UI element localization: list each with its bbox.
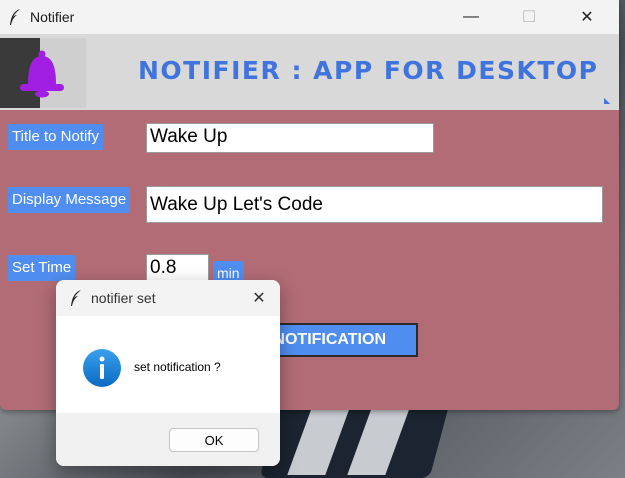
feather-icon: [71, 290, 81, 306]
message-input[interactable]: Wake Up Let's Code: [146, 186, 603, 223]
close-button[interactable]: ✕: [564, 0, 610, 34]
window-title: Notifier: [30, 9, 75, 25]
resize-grip-icon: ◣: [604, 96, 611, 105]
minimize-button[interactable]: —: [448, 0, 494, 34]
info-icon: [83, 349, 121, 387]
bell-image: [0, 38, 86, 108]
dialog-close-button[interactable]: ✕: [246, 286, 272, 310]
app-banner: NOTIFIER : APP FOR DESKTOP ◣: [0, 34, 619, 110]
set-notification-button[interactable]: NOTIFICATION: [262, 323, 418, 357]
dialog-title: notifier set: [91, 290, 156, 306]
banner-title: NOTIFIER : APP FOR DESKTOP: [138, 56, 599, 85]
window-titlebar[interactable]: Notifier — ☐ ✕: [0, 0, 619, 34]
confirm-dialog: notifier set ✕ set notification ? OK: [56, 280, 280, 466]
title-label: Title to Notify: [8, 124, 103, 150]
ok-button[interactable]: OK: [169, 428, 259, 452]
maximize-button[interactable]: ☐: [506, 0, 552, 34]
dialog-titlebar[interactable]: notifier set ✕: [56, 280, 280, 316]
time-label: Set Time: [8, 255, 76, 281]
bell-icon: [20, 50, 64, 98]
title-input[interactable]: Wake Up: [146, 123, 434, 153]
message-label: Display Message: [8, 187, 131, 213]
dialog-message: set notification ?: [134, 360, 221, 374]
feather-icon: [10, 9, 20, 25]
